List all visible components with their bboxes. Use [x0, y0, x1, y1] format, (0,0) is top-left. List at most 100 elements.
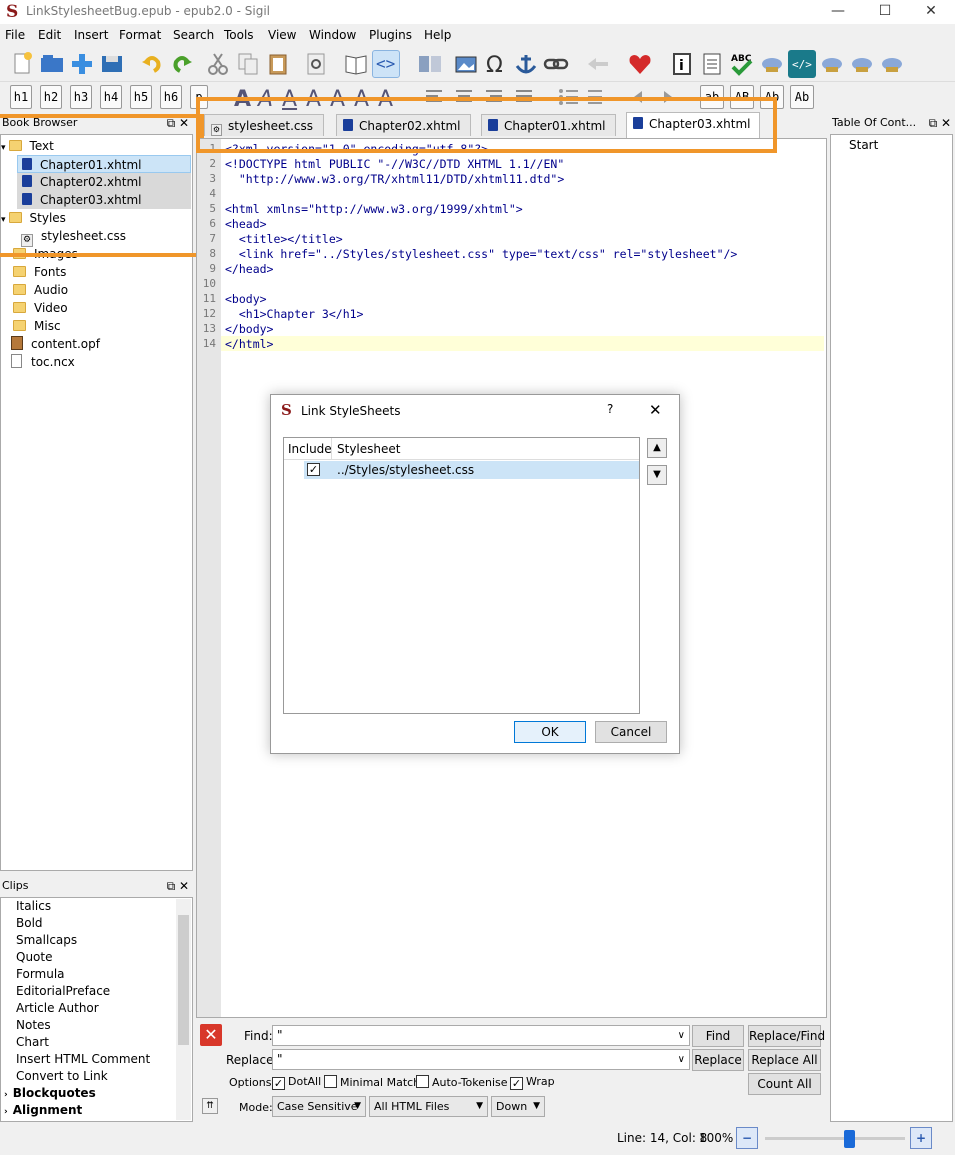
menu-format[interactable]: Format [119, 28, 161, 42]
ok-button[interactable]: OK [514, 721, 586, 743]
include-checkbox[interactable]: ✓ [307, 463, 320, 476]
clip-item[interactable]: Chart [16, 1035, 49, 1052]
clip-item[interactable]: Bold [16, 916, 43, 933]
panel-float-close-icon[interactable]: ⧉ ✕ [929, 114, 951, 132]
save-icon[interactable] [98, 50, 126, 78]
redo-icon[interactable] [168, 50, 196, 78]
find-button[interactable]: Find [692, 1025, 744, 1047]
heading-3-button[interactable]: h3 [70, 85, 92, 109]
clip-group[interactable]: › Blockquotes [4, 1086, 96, 1103]
heading-4-button[interactable]: h4 [100, 85, 122, 109]
heart-icon[interactable] [626, 50, 654, 78]
tree-folder-video[interactable]: Video [13, 299, 68, 317]
toc-icon[interactable] [698, 50, 726, 78]
back-arrow-icon[interactable] [584, 50, 612, 78]
cancel-button[interactable]: Cancel [595, 721, 667, 743]
add-file-icon[interactable] [68, 50, 96, 78]
clip-item[interactable]: Quote [16, 950, 52, 967]
count-all-button[interactable]: Count All [748, 1073, 821, 1095]
copy-icon[interactable] [234, 50, 262, 78]
maximize-button[interactable]: ☐ [862, 0, 908, 24]
minimize-button[interactable]: — [815, 0, 861, 24]
plugin-3-icon[interactable] [848, 50, 876, 78]
tree-folder-misc[interactable]: Misc [13, 317, 61, 335]
zoom-in-button[interactable]: + [910, 1127, 932, 1149]
book-view-icon[interactable] [342, 50, 370, 78]
paste-icon[interactable] [264, 50, 292, 78]
minimal-match-checkbox[interactable]: Minimal Match [324, 1075, 420, 1089]
clip-group[interactable]: › Alignment [4, 1103, 82, 1120]
plugin-4-icon[interactable] [878, 50, 906, 78]
panel-float-close-icon[interactable]: ⧉ ✕ [167, 877, 189, 895]
clip-item[interactable]: Formula [16, 967, 65, 984]
close-window-button[interactable]: ✕ [908, 0, 954, 24]
cut-icon[interactable] [204, 50, 232, 78]
menu-file[interactable]: File [5, 28, 25, 42]
table-row[interactable]: ✓ ../Styles/stylesheet.css [304, 461, 639, 479]
mode-select[interactable]: Case Sensitive ▼ [272, 1096, 366, 1117]
scope-select[interactable]: All HTML Files ▼ [369, 1096, 488, 1117]
clip-item[interactable]: EditorialPreface [16, 984, 110, 1001]
menu-window[interactable]: Window [309, 28, 356, 42]
undo-icon[interactable] [138, 50, 166, 78]
insert-image-icon[interactable] [452, 50, 480, 78]
close-find-icon[interactable]: ✕ [200, 1024, 222, 1046]
wrap-checkbox[interactable]: ✓ Wrap [510, 1075, 555, 1090]
collapse-icon[interactable]: ⇈ [202, 1098, 218, 1114]
clip-item[interactable]: Insert HTML Comment [16, 1052, 150, 1069]
metadata-icon[interactable]: i [668, 50, 696, 78]
menu-search[interactable]: Search [173, 28, 214, 42]
toc-item-start[interactable]: Start [849, 136, 878, 154]
line-number: 9 [209, 262, 216, 275]
tree-item-content-opf[interactable]: content.opf [11, 335, 100, 353]
menu-plugins[interactable]: Plugins [369, 28, 412, 42]
open-file-icon[interactable] [38, 50, 66, 78]
tree-item-toc-ncx[interactable]: toc.ncx [11, 353, 75, 371]
find-input[interactable]: " ∨ [272, 1025, 690, 1046]
tree-folder-audio[interactable]: Audio [13, 281, 68, 299]
replace-button[interactable]: Replace [692, 1049, 744, 1071]
move-up-button[interactable]: ▲ [647, 438, 667, 458]
special-character-icon[interactable]: Ω [482, 50, 510, 78]
replace-find-button[interactable]: Replace/Find [748, 1025, 825, 1047]
menu-help[interactable]: Help [424, 28, 451, 42]
clip-item[interactable]: Convert to Link [16, 1069, 108, 1086]
heading-1-button[interactable]: h1 [10, 85, 32, 109]
new-file-icon[interactable] [8, 50, 36, 78]
clip-item[interactable]: Italics [16, 899, 51, 916]
heading-2-button[interactable]: h2 [40, 85, 62, 109]
menu-insert[interactable]: Insert [74, 28, 108, 42]
minimal-match-label: Minimal Match [340, 1076, 421, 1089]
anchor-icon[interactable] [512, 50, 540, 78]
replace-all-button[interactable]: Replace All [748, 1049, 821, 1071]
zoom-out-button[interactable]: − [736, 1127, 758, 1149]
capitalize-button[interactable]: Ab [790, 85, 814, 109]
plugin-code-icon[interactable]: </> [788, 50, 816, 78]
plugin-1-icon[interactable] [758, 50, 786, 78]
menu-view[interactable]: View [268, 28, 296, 42]
clip-item[interactable]: Notes [16, 1018, 51, 1035]
print-preview-icon[interactable] [302, 50, 330, 78]
replace-input[interactable]: " ∨ [272, 1049, 690, 1070]
clip-item[interactable]: Smallcaps [16, 933, 77, 950]
split-icon[interactable] [416, 50, 444, 78]
move-down-button[interactable]: ▼ [647, 465, 667, 485]
dialog-close-button[interactable]: ✕ [649, 401, 662, 419]
zoom-slider-thumb[interactable] [844, 1130, 855, 1148]
heading-5-button[interactable]: h5 [130, 85, 152, 109]
link-icon[interactable] [542, 50, 570, 78]
plugin-2-icon[interactable] [818, 50, 846, 78]
direction-select[interactable]: Down ▼ [491, 1096, 545, 1117]
code-view-icon[interactable]: <> [372, 50, 400, 78]
clip-item[interactable]: Article Author [16, 1001, 99, 1018]
tree-folder-fonts[interactable]: Fonts [13, 263, 66, 281]
menu-edit[interactable]: Edit [38, 28, 61, 42]
help-button[interactable]: ? [607, 402, 613, 416]
zoom-slider[interactable] [765, 1130, 905, 1148]
menu-tools[interactable]: Tools [224, 28, 254, 42]
auto-tokenise-checkbox[interactable]: Auto-Tokenise [416, 1075, 508, 1089]
clips-scrollbar[interactable] [176, 899, 191, 1120]
dotall-checkbox[interactable]: ✓ DotAll [272, 1075, 321, 1090]
heading-6-button[interactable]: h6 [160, 85, 182, 109]
spellcheck-icon[interactable]: ABC [728, 50, 756, 78]
